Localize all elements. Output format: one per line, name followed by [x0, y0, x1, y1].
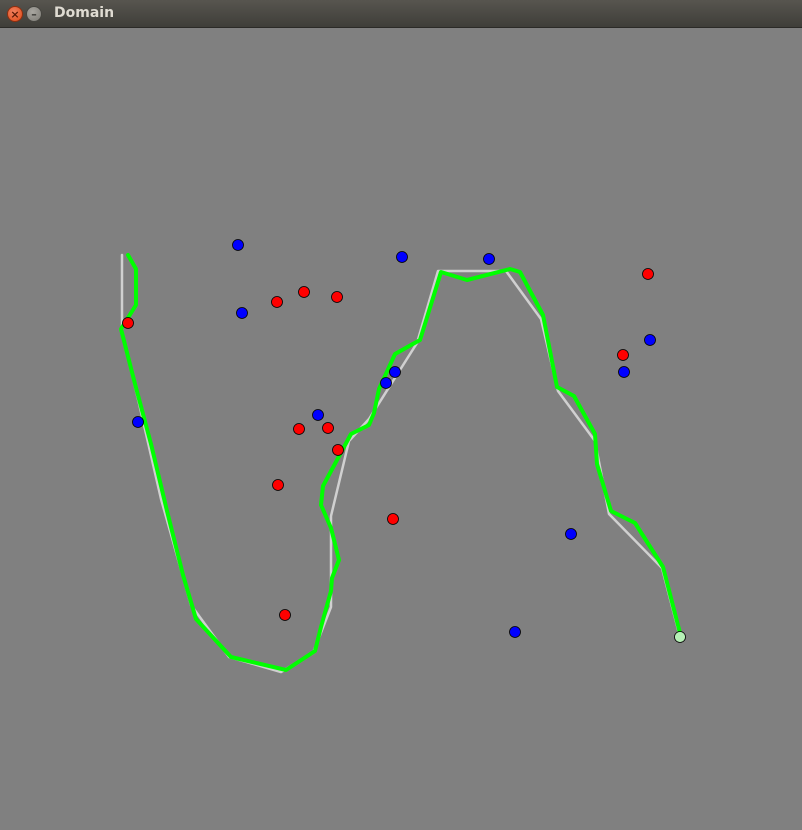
data-point-red-7: [272, 479, 284, 491]
domain-canvas[interactable]: [1, 29, 801, 829]
minimize-icon[interactable]: –: [26, 6, 42, 22]
data-point-blue-8: [618, 366, 630, 378]
domain-plot: [119, 239, 686, 674]
data-point-red-0: [122, 317, 134, 329]
start-marker: [674, 631, 686, 643]
title-bar: × – Domain: [0, 0, 802, 28]
data-point-blue-9: [644, 334, 656, 346]
data-point-blue-10: [565, 528, 577, 540]
window-title: Domain: [54, 5, 115, 21]
close-icon[interactable]: ×: [7, 6, 23, 22]
data-point-red-9: [279, 609, 291, 621]
data-point-red-8: [387, 513, 399, 525]
data-point-red-6: [332, 444, 344, 456]
data-point-blue-5: [380, 377, 392, 389]
data-point-blue-11: [509, 626, 521, 638]
decision-curve: [119, 253, 683, 672]
data-point-red-11: [642, 268, 654, 280]
data-point-blue-3: [483, 253, 495, 265]
data-point-red-10: [617, 349, 629, 361]
data-point-blue-6: [312, 409, 324, 421]
data-point-red-2: [298, 286, 310, 298]
data-point-red-4: [293, 423, 305, 435]
data-point-blue-4: [389, 366, 401, 378]
data-point-red-3: [331, 291, 343, 303]
data-point-red-1: [271, 296, 283, 308]
data-point-blue-1: [236, 307, 248, 319]
data-point-blue-7: [132, 416, 144, 428]
data-point-blue-2: [396, 251, 408, 263]
application-window: × – Domain: [0, 0, 802, 830]
data-point-blue-0: [232, 239, 244, 251]
data-point-red-5: [322, 422, 334, 434]
